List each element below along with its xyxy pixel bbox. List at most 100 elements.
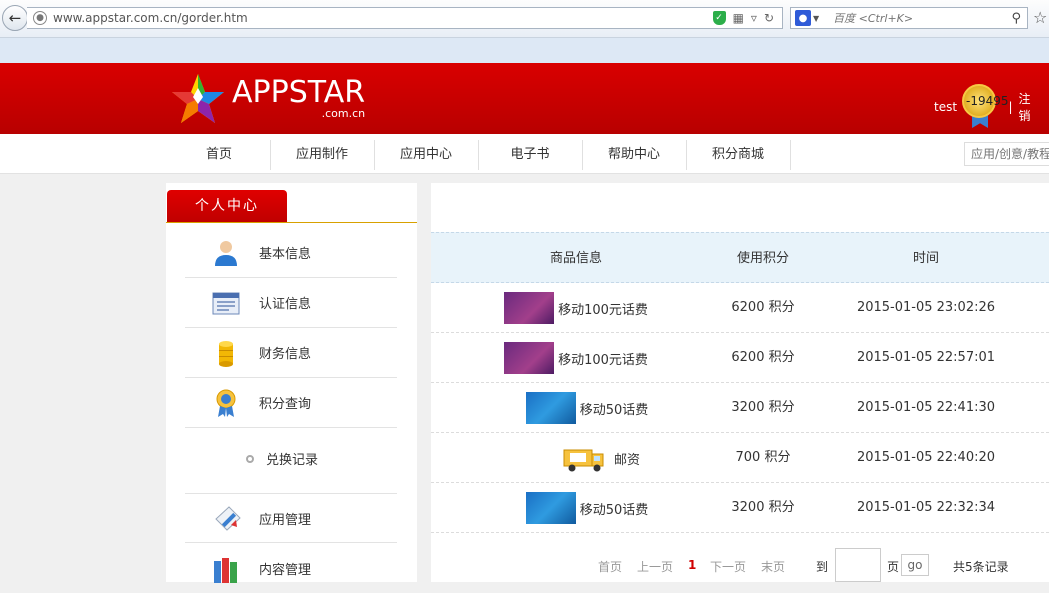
coin-stack-icon xyxy=(219,340,233,367)
points-cell: 6200 积分 xyxy=(731,300,795,315)
sidebar-item-certification[interactable]: 认证信息 xyxy=(185,278,397,328)
points-badge: -19495 xyxy=(966,94,1009,108)
engine-dropdown-icon[interactable]: ▼ xyxy=(813,14,819,23)
site-logo[interactable]: APPSTAR .com.cn xyxy=(170,63,365,134)
product-name[interactable]: 移动50话费 xyxy=(580,399,649,418)
nav-divider xyxy=(270,140,271,170)
product-cell: 邮资 xyxy=(431,433,721,483)
reload-icon[interactable]: ↻ xyxy=(764,11,774,25)
user-icon xyxy=(215,240,237,266)
nav-item-home[interactable]: 首页 xyxy=(184,134,254,174)
pager-page-unit: 页 xyxy=(887,560,900,574)
pager-last[interactable]: 末页 xyxy=(761,558,785,575)
site-header: APPSTAR .com.cn test -19495 | 注 销 xyxy=(0,63,1049,134)
star-logo-icon xyxy=(172,73,224,123)
sidebar-subitem-label: 兑换记录 xyxy=(266,453,319,468)
exchange-records-panel: 商品信息 使用积分 时间 移动100元话费 6200 积分 2015-01-05… xyxy=(431,183,1049,582)
bookmark-star-icon[interactable]: ☆ xyxy=(1033,8,1047,27)
table-row: 邮资 700 积分 2015-01-05 22:40:20 xyxy=(431,433,1049,483)
product-name[interactable]: 移动50话费 xyxy=(580,499,649,518)
browser-search-box[interactable]: ● ▼ ⚲ xyxy=(790,7,1028,29)
browser-search-input[interactable] xyxy=(833,11,1012,25)
address-bar[interactable]: ● www.appstar.com.cn/gorder.htm ✓ ▦ ▿ ↻ xyxy=(27,7,783,29)
sidebar-tab-personal-center[interactable]: 个人中心 xyxy=(167,190,287,222)
nav-item-app-center[interactable]: 应用中心 xyxy=(391,134,461,174)
bullet-icon xyxy=(246,454,254,463)
time-cell: 2015-01-05 22:57:01 xyxy=(856,350,996,365)
id-card-icon xyxy=(212,292,240,314)
column-header-product: 商品信息 xyxy=(549,251,602,266)
product-name[interactable]: 移动100元话费 xyxy=(558,349,648,368)
baidu-paw-icon[interactable]: ● xyxy=(795,10,811,26)
time-cell: 2015-01-05 22:40:20 xyxy=(856,450,996,465)
pager-first[interactable]: 首页 xyxy=(598,558,622,575)
sidebar-tab-underline xyxy=(166,222,417,223)
table-header: 商品信息 使用积分 时间 xyxy=(431,232,1049,283)
phone-card-thumbnail-icon[interactable] xyxy=(525,492,576,524)
phone-card-thumbnail-icon[interactable] xyxy=(504,292,555,324)
phone-card-thumbnail-icon[interactable] xyxy=(504,342,555,374)
sidebar-item-label: 积分查询 xyxy=(259,397,312,412)
product-cell: 移动50话费 xyxy=(431,483,721,533)
nav-divider xyxy=(686,140,687,170)
delivery-truck-icon[interactable] xyxy=(562,442,606,474)
pagination: 首页 上一页 1 下一页 末页 到 页 go 共5条记录 xyxy=(431,548,1049,582)
url-text[interactable]: www.appstar.com.cn/gorder.htm xyxy=(53,11,713,25)
product-cell: 移动100元话费 xyxy=(431,283,721,333)
globe-icon: ● xyxy=(33,11,47,25)
shield-icon[interactable]: ✓ xyxy=(712,11,726,25)
back-arrow-icon[interactable]: ← xyxy=(2,5,28,31)
books-icon xyxy=(214,558,237,583)
nav-item-app-make[interactable]: 应用制作 xyxy=(287,134,357,174)
nav-divider xyxy=(582,140,583,170)
nav-divider xyxy=(478,140,479,170)
nav-item-ebook[interactable]: 电子书 xyxy=(495,134,565,174)
sidebar-item-label: 财务信息 xyxy=(259,347,312,362)
site-search-input[interactable] xyxy=(964,142,1049,166)
pager-current-page[interactable]: 1 xyxy=(688,558,696,572)
product-name[interactable]: 移动100元话费 xyxy=(558,299,648,318)
sidebar-item-label: 内容管理 xyxy=(259,562,312,578)
product-name[interactable]: 邮资 xyxy=(614,449,640,468)
pager-go-button[interactable]: go xyxy=(901,554,929,576)
time-cell: 2015-01-05 23:02:26 xyxy=(856,300,996,315)
logo-domain: .com.cn xyxy=(321,106,366,120)
sidebar-item-label: 基本信息 xyxy=(259,247,312,262)
page-number-input[interactable] xyxy=(835,548,881,582)
pager-to-label: 到 xyxy=(816,560,829,574)
table-row: 移动100元话费 6200 积分 2015-01-05 22:57:01 xyxy=(431,333,1049,383)
sidebar-item-label: 认证信息 xyxy=(259,297,312,312)
sidebar-item-content-manage[interactable]: 内容管理 xyxy=(185,543,397,593)
main-nav: 首页 应用制作 应用中心 电子书 帮助中心 积分商城 xyxy=(0,134,1049,174)
chevron-down-icon[interactable]: ▿ xyxy=(751,11,757,25)
qr-code-icon[interactable]: ▦ xyxy=(733,11,744,25)
logout-link[interactable]: 注 销 xyxy=(1019,90,1049,124)
table-row: 移动100元话费 6200 积分 2015-01-05 23:02:26 xyxy=(431,283,1049,333)
points-cell: 6200 积分 xyxy=(731,350,795,365)
table-row: 移动50话费 3200 积分 2015-01-05 22:32:34 xyxy=(431,483,1049,533)
product-cell: 移动50话费 xyxy=(431,383,721,433)
award-ribbon-icon xyxy=(216,389,236,417)
search-icon[interactable]: ⚲ xyxy=(1011,11,1021,26)
sidebar: 个人中心 基本信息 认证信息 财务信息 积分查询 兑换记录 应用管理 内容管理 xyxy=(166,183,417,583)
sidebar-item-points-query[interactable]: 积分查询 xyxy=(185,378,397,428)
logo-wordmark: APPSTAR xyxy=(232,74,366,110)
points-medal: -19495 xyxy=(962,84,1009,130)
time-cell: 2015-01-05 22:41:30 xyxy=(856,400,996,415)
phone-card-thumbnail-icon[interactable] xyxy=(525,392,576,424)
pager-prev[interactable]: 上一页 xyxy=(637,558,673,575)
sidebar-subitem-exchange-records[interactable]: 兑换记录 xyxy=(246,449,318,468)
sidebar-item-finance[interactable]: 财务信息 xyxy=(185,328,397,378)
table-row: 移动50话费 3200 积分 2015-01-05 22:41:30 xyxy=(431,383,1049,433)
product-cell: 移动100元话费 xyxy=(431,333,721,383)
points-cell: 3200 积分 xyxy=(731,500,795,515)
nav-item-points-mall[interactable]: 积分商城 xyxy=(703,134,773,174)
sidebar-item-app-manage[interactable]: 应用管理 xyxy=(185,493,397,543)
sidebar-item-label: 应用管理 xyxy=(259,512,312,528)
nav-item-help[interactable]: 帮助中心 xyxy=(599,134,669,174)
nav-divider xyxy=(790,140,791,170)
username[interactable]: test xyxy=(934,100,957,114)
pager-next[interactable]: 下一页 xyxy=(710,558,746,575)
sidebar-item-basic-info[interactable]: 基本信息 xyxy=(185,228,397,278)
nav-divider xyxy=(374,140,375,170)
